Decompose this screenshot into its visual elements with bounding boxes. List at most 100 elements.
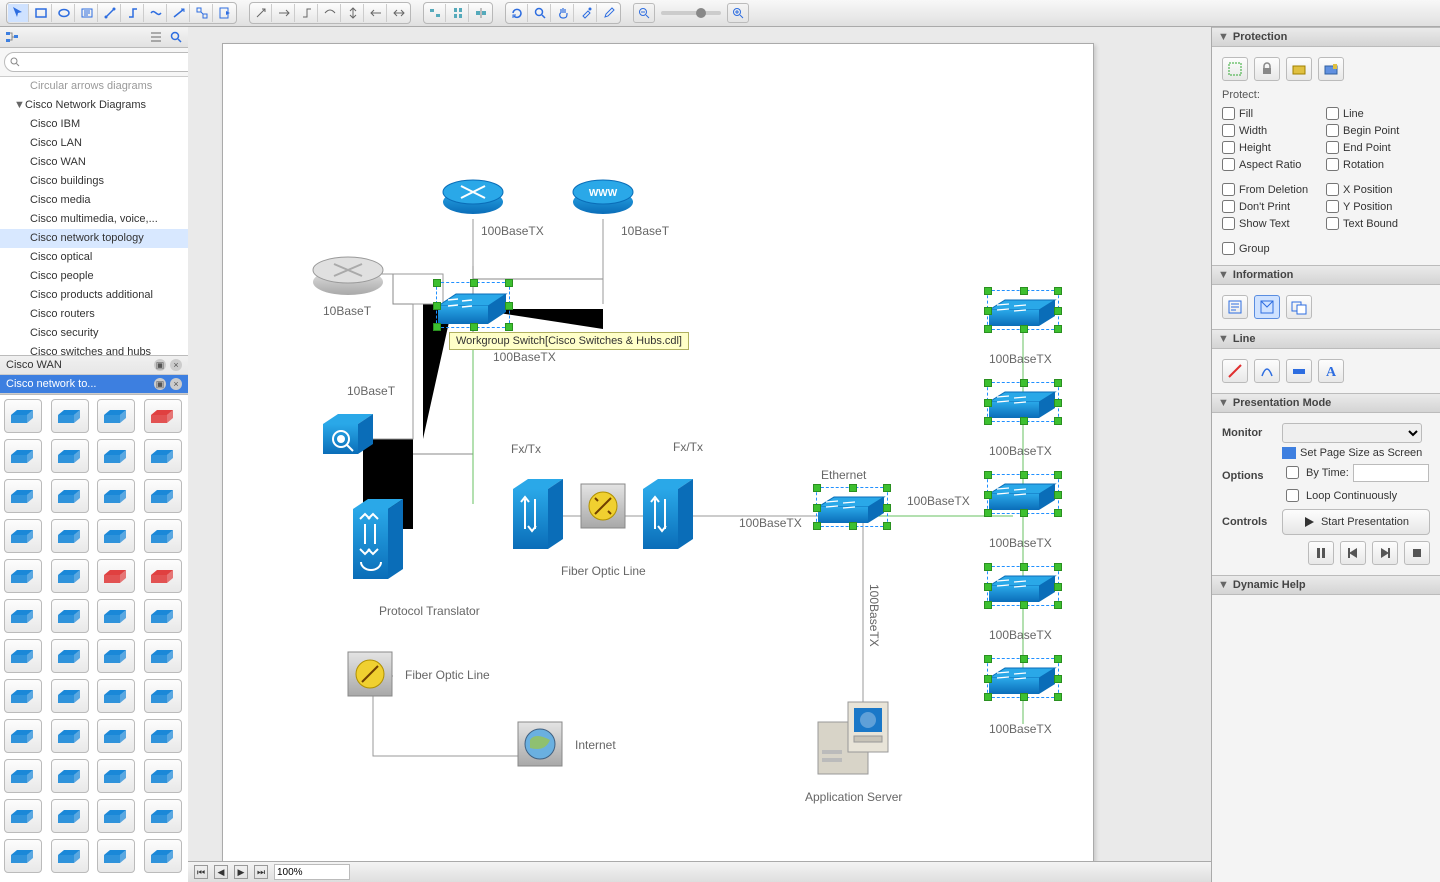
tree-item[interactable]: Cisco routers [0, 305, 188, 324]
protect-none-button[interactable] [1222, 57, 1248, 81]
connector-tool-4[interactable] [169, 4, 190, 22]
palette-shape[interactable] [144, 759, 182, 793]
palette-shape[interactable] [144, 519, 182, 553]
tab-close-icon[interactable]: × [170, 359, 182, 371]
chk-end[interactable]: End Point [1326, 141, 1430, 154]
info-view-2[interactable] [1254, 295, 1280, 319]
page-nav-next[interactable]: ▶ [234, 865, 248, 879]
tab-pin-icon[interactable]: ▣ [154, 378, 166, 390]
palette-shape[interactable] [97, 759, 135, 793]
palette-shape[interactable] [97, 439, 135, 473]
palette-shape[interactable] [144, 479, 182, 513]
library-list-icon[interactable] [148, 29, 164, 45]
align-2[interactable] [448, 4, 469, 22]
monitor-select[interactable] [1282, 423, 1422, 443]
pres-prev-button[interactable] [1340, 541, 1366, 565]
pres-stop-button[interactable] [1404, 541, 1430, 565]
palette-shape[interactable] [51, 679, 89, 713]
zoom-track[interactable] [661, 11, 721, 15]
palette-tab[interactable]: Cisco network to...▣× [0, 375, 188, 394]
protect-content-button[interactable] [1318, 57, 1344, 81]
pan-tool[interactable] [553, 4, 574, 22]
arrow-6[interactable] [366, 4, 387, 22]
palette-shape[interactable] [51, 519, 89, 553]
section-protection[interactable]: ▼Protection [1212, 27, 1440, 47]
connector-tool-5[interactable] [192, 4, 213, 22]
tree-group[interactable]: ▼Cisco Network Diagrams [0, 96, 188, 115]
palette-shape[interactable] [51, 399, 89, 433]
line-style-1[interactable] [1222, 359, 1248, 383]
tree-item[interactable]: Cisco security [0, 324, 188, 343]
palette-shape[interactable] [4, 559, 42, 593]
info-view-3[interactable] [1286, 295, 1312, 319]
palette-shape[interactable] [51, 559, 89, 593]
chk-fill[interactable]: Fill [1222, 107, 1326, 120]
arrow-1[interactable] [251, 4, 272, 22]
line-style-3[interactable] [1286, 359, 1312, 383]
chk-loop[interactable]: Loop Continuously [1282, 486, 1430, 505]
line-text-button[interactable]: A [1318, 359, 1344, 383]
protect-lock-button[interactable] [1254, 57, 1280, 81]
palette-shape[interactable] [4, 799, 42, 833]
zoom-tool[interactable] [530, 4, 551, 22]
palette-shape[interactable] [4, 639, 42, 673]
tab-pin-icon[interactable]: ▣ [154, 359, 166, 371]
chk-line[interactable]: Line [1326, 107, 1430, 120]
palette-shape[interactable] [144, 719, 182, 753]
tree-item[interactable]: Cisco optical [0, 248, 188, 267]
pres-pause-button[interactable] [1308, 541, 1334, 565]
palette-shape[interactable] [144, 599, 182, 633]
tree-item[interactable]: Circular arrows diagrams [0, 77, 188, 96]
refresh-tool[interactable] [507, 4, 528, 22]
tree-item[interactable]: Cisco people [0, 267, 188, 286]
arrow-4[interactable] [320, 4, 341, 22]
zoom-field[interactable] [274, 864, 350, 880]
tree-item[interactable]: Cisco multimedia, voice,... [0, 210, 188, 229]
tree-item[interactable]: Cisco WAN [0, 153, 188, 172]
palette-shape[interactable] [144, 839, 182, 873]
palette-shape[interactable] [97, 679, 135, 713]
chk-group[interactable]: Group [1222, 242, 1326, 255]
palette-shape[interactable] [51, 719, 89, 753]
page-nav-first[interactable]: ⏮ [194, 865, 208, 879]
rect-tool[interactable] [31, 4, 52, 22]
chk-setpage[interactable]: Set Page Size as Screen [1282, 447, 1430, 459]
zoom-thumb[interactable] [696, 8, 706, 18]
pres-next-button[interactable] [1372, 541, 1398, 565]
palette-shape[interactable] [97, 559, 135, 593]
palette-shape[interactable] [51, 759, 89, 793]
palette-shape[interactable] [4, 519, 42, 553]
tree-item[interactable]: Cisco media [0, 191, 188, 210]
chk-width[interactable]: Width [1222, 124, 1326, 137]
palette-shape[interactable] [51, 799, 89, 833]
chk-fromdel[interactable]: From Deletion [1222, 183, 1326, 196]
palette-shape[interactable] [4, 759, 42, 793]
connector-tool-2[interactable] [123, 4, 144, 22]
palette-shape[interactable] [4, 679, 42, 713]
tree-item[interactable]: Cisco network topology [0, 229, 188, 248]
palette-shape[interactable] [4, 399, 42, 433]
search-input[interactable] [4, 52, 211, 72]
page-nav-prev[interactable]: ◀ [214, 865, 228, 879]
palette-shape[interactable] [97, 599, 135, 633]
palette-shape[interactable] [51, 839, 89, 873]
drawing-page[interactable]: WWW [222, 43, 1094, 861]
palette-shape[interactable] [97, 519, 135, 553]
eyedrop-tool[interactable] [576, 4, 597, 22]
align-1[interactable] [425, 4, 446, 22]
tree-item[interactable]: Cisco buildings [0, 172, 188, 191]
palette-shape[interactable] [4, 719, 42, 753]
palette-shape[interactable] [4, 439, 42, 473]
palette-shape[interactable] [144, 559, 182, 593]
chk-begin[interactable]: Begin Point [1326, 124, 1430, 137]
chk-height[interactable]: Height [1222, 141, 1326, 154]
tree-item[interactable]: Cisco switches and hubs [0, 343, 188, 356]
bytime-input[interactable] [1353, 464, 1429, 482]
arrow-5[interactable] [343, 4, 364, 22]
section-information[interactable]: ▼Information [1212, 265, 1440, 285]
palette-shape[interactable] [4, 839, 42, 873]
palette-shape[interactable] [51, 639, 89, 673]
pointer-tool[interactable] [8, 4, 29, 22]
chk-show[interactable]: Show Text [1222, 217, 1326, 230]
tab-close-icon[interactable]: × [170, 378, 182, 390]
